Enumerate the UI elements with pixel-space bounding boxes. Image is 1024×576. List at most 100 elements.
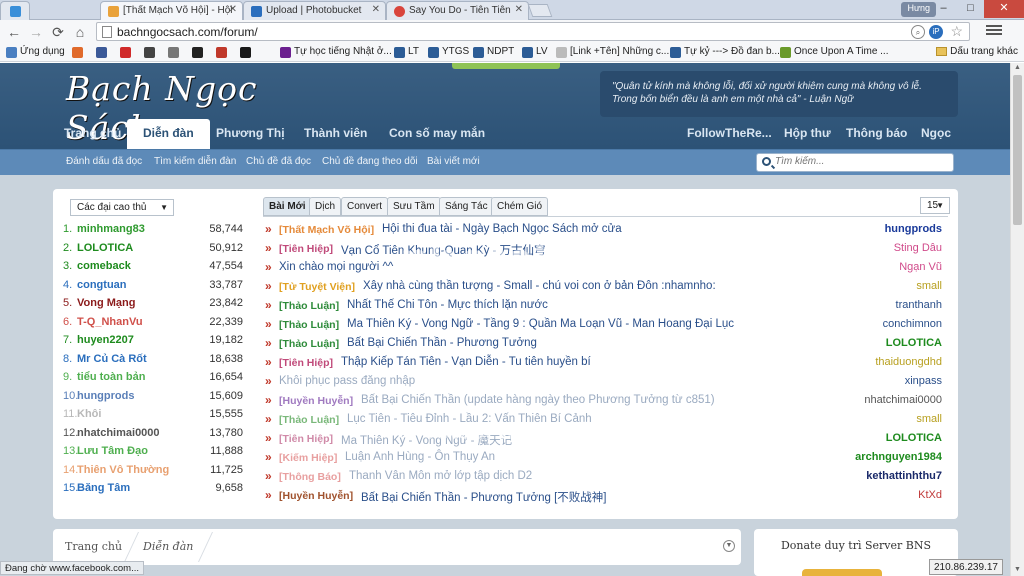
donate-button[interactable] — [802, 569, 882, 576]
ip-extension-icon[interactable]: iP — [929, 25, 943, 39]
close-tab-icon[interactable]: ✕ — [515, 4, 523, 15]
thread-title[interactable]: Bất Bại Chiến Thần - Phương Tưởng [不败战神] — [361, 489, 606, 505]
close-tab-icon[interactable]: ✕ — [229, 4, 237, 15]
thread-title[interactable]: Thập Kiếp Tán Tiên - Vạn Diễn - Tu tiên … — [341, 356, 591, 368]
scroll-up-icon[interactable]: ▲ — [1013, 64, 1022, 73]
bookmark-item[interactable] — [240, 46, 254, 60]
thread-title[interactable]: Bất Bại Chiến Thần - Phương Tưởng — [347, 337, 537, 349]
thread-author[interactable]: hungprods — [885, 223, 942, 235]
bookmark-item[interactable] — [144, 46, 158, 60]
subnav-search-forum[interactable]: Tìm kiếm diễn đàn — [154, 156, 236, 167]
thread-author[interactable]: kethattinhthu7 — [866, 470, 942, 482]
nav-inbox[interactable]: Hộp thư — [784, 119, 831, 149]
thread-author[interactable]: KtXd — [918, 489, 942, 501]
tab-new-posts[interactable]: Bài Mới — [263, 197, 312, 216]
thread-title[interactable]: Ma Thiên Ký - Vong Ngữ - Tầng 9 : Quần M… — [347, 318, 734, 330]
thread-title[interactable]: Hội thi đua tài - Ngày Bạch Ngọc Sách mở… — [382, 223, 622, 235]
thread-author[interactable]: conchimnon — [883, 318, 942, 330]
bookmark-item[interactable]: [Link +Tên] Những c... — [556, 46, 669, 60]
poster-name[interactable]: Thiên Vô Thường — [77, 464, 169, 476]
tab-chat[interactable]: Chém Gió — [491, 197, 549, 216]
scroll-down-icon[interactable]: ▼ — [1013, 566, 1022, 575]
poster-name[interactable]: hungprods — [77, 390, 134, 402]
bookmark-item[interactable]: NDPT — [473, 46, 514, 60]
poster-name[interactable]: T-Q_NhanVu — [77, 316, 143, 328]
bookmark-item[interactable]: Ứng dụng — [6, 46, 65, 60]
search-extension-icon[interactable]: ⌕ — [911, 25, 925, 39]
thread-author[interactable]: nhatchimai0000 — [864, 394, 942, 406]
thread-author[interactable]: Sting Dâu — [894, 242, 942, 254]
nav-user[interactable]: Ngọc — [921, 119, 951, 149]
bookmark-item[interactable] — [216, 46, 230, 60]
nav-forum[interactable]: Diễn đàn — [127, 119, 210, 149]
thread-author[interactable]: thaiduongdhd — [875, 356, 942, 368]
thread-title[interactable]: Luận Anh Hùng - Ôn Thụy An — [345, 451, 495, 463]
tab-convert[interactable]: Convert — [341, 197, 389, 216]
maximize-button[interactable]: □ — [957, 0, 984, 18]
thread-title[interactable]: Lục Tiên - Tiêu Đỉnh - Lầu 2: Vấn Thiên … — [347, 413, 592, 425]
url-text[interactable]: bachngocsach.com/forum/ — [117, 25, 258, 39]
thread-author[interactable]: archnguyen1984 — [855, 451, 942, 463]
nav-lucky-number[interactable]: Con số may mắn — [389, 119, 485, 149]
thread-title[interactable]: Nhất Thế Chi Tôn - Mực thích lặn nước — [347, 299, 548, 311]
poster-name[interactable]: tiểu toàn bản — [77, 371, 145, 383]
browser-tab[interactable] — [0, 1, 30, 20]
thread-title[interactable]: Ma Thiên Ký - Vong Ngữ - 魔天记 — [341, 432, 512, 448]
thread-title[interactable]: Vạn Cổ Tiên Khung-Quan Kỳ - 万古仙穹 — [341, 242, 546, 258]
bookmark-item[interactable] — [168, 46, 182, 60]
breadcrumb-home[interactable]: Trang chủ — [65, 540, 122, 553]
search-input[interactable] — [775, 156, 945, 167]
home-icon[interactable]: ⌂ — [70, 22, 90, 42]
browser-tab-3[interactable]: Say You Do - Tiên Tiên ✕ — [386, 1, 529, 20]
nav-market[interactable]: Phương Thị — [216, 119, 285, 149]
bookmark-item[interactable]: YTGS — [428, 46, 469, 60]
thread-author[interactable]: Ngạn Vũ — [899, 261, 942, 273]
thread-author[interactable]: xinpass — [905, 375, 942, 387]
bookmark-item[interactable]: Tự kỷ ---> Đồ đan b... — [670, 46, 780, 60]
thread-title[interactable]: Bất Bại Chiến Thần (update hàng ngày the… — [361, 394, 715, 406]
poster-name[interactable]: minhmang83 — [77, 223, 145, 235]
new-tab-button[interactable] — [527, 4, 553, 17]
bookmark-item[interactable] — [120, 46, 134, 60]
poster-name[interactable]: LOLOTICA — [77, 242, 133, 254]
minimize-button[interactable]: – — [930, 0, 957, 18]
thread-author[interactable]: LOLOTICA — [886, 432, 942, 444]
count-select[interactable]: 15 ▼ — [920, 197, 950, 214]
poster-name[interactable]: Lưu Tâm Đạo — [77, 445, 148, 457]
bookmark-item[interactable]: LV — [522, 46, 548, 60]
scrollbar-thumb[interactable] — [1013, 75, 1022, 225]
search-box[interactable] — [756, 153, 954, 172]
nav-notifications[interactable]: Thông báo — [846, 119, 907, 149]
thread-author[interactable]: tranthanh — [896, 299, 942, 311]
back-icon[interactable]: ← — [4, 22, 24, 42]
poster-name[interactable]: Khôi — [77, 408, 101, 420]
nav-members[interactable]: Thành viên — [304, 119, 367, 149]
close-window-button[interactable]: ✕ — [984, 0, 1024, 18]
browser-tab-1[interactable]: [Thất Mạch Võ Hội] - Hội ✕ — [100, 1, 243, 20]
thread-title[interactable]: Thanh Vân Môn mở lớp tập dịch D2 — [349, 470, 532, 482]
site-logo[interactable]: Bạch Ngọc Sách — [66, 69, 290, 147]
bookmark-item[interactable]: LT — [394, 46, 419, 60]
thread-author[interactable]: LOLOTICA — [886, 337, 942, 349]
poster-name[interactable]: Vong Mạng — [77, 297, 135, 309]
poster-name[interactable]: Mr Củ Cà Rốt — [77, 353, 147, 365]
page-scrollbar[interactable]: ▲ ▼ — [1010, 63, 1024, 576]
tab-creative[interactable]: Sáng Tác — [439, 197, 494, 216]
subnav-watched-threads[interactable]: Chủ đề đang theo dõi — [322, 156, 418, 167]
tab-collected[interactable]: Sưu Tầm — [387, 197, 441, 216]
nav-home[interactable]: Trang chủ — [64, 119, 121, 149]
bookmark-star-icon[interactable]: ☆ — [950, 23, 963, 40]
poster-name[interactable]: comeback — [77, 260, 131, 272]
forward-icon[interactable]: → — [26, 22, 46, 42]
bookmark-item[interactable]: Tự học tiếng Nhật ở... — [280, 46, 392, 60]
address-bar[interactable]: bachngocsach.com/forum/ ⌕ iP ☆ — [96, 22, 970, 41]
thread-title[interactable]: Xây nhà cùng thần tượng - Small - chú vo… — [363, 280, 716, 292]
poster-name[interactable]: huyen2207 — [77, 334, 134, 346]
thread-author[interactable]: small — [916, 413, 942, 425]
other-bookmarks-folder[interactable]: Dấu trang khác — [936, 46, 1018, 57]
thread-title[interactable]: Khôi phục pass đăng nhập — [279, 375, 415, 387]
reload-icon[interactable]: ⟳ — [48, 22, 68, 42]
bookmark-item[interactable] — [96, 46, 110, 60]
thread-author[interactable]: small — [916, 280, 942, 292]
bookmark-item[interactable] — [72, 46, 86, 60]
